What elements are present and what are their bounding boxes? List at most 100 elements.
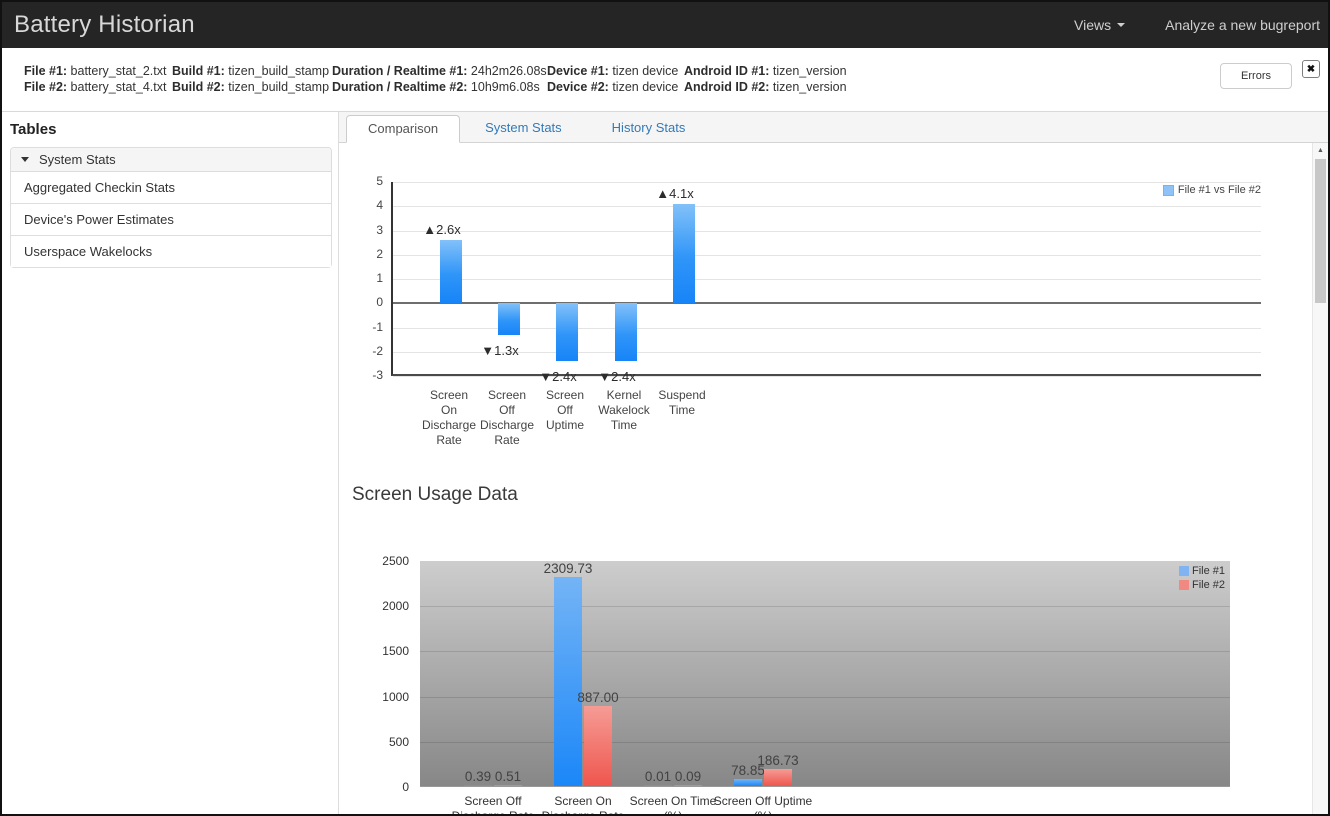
views-menu[interactable]: Views	[1074, 17, 1125, 33]
category-label-line: Rate	[467, 433, 547, 448]
chart-bar[interactable]	[498, 303, 520, 335]
info-column: Build #1: tizen_build_stampBuild #2: tiz…	[172, 63, 332, 95]
chart-bar[interactable]	[674, 785, 702, 786]
info-label: Device #2:	[547, 80, 609, 94]
close-icon[interactable]: ✖	[1302, 60, 1320, 78]
chart-bar[interactable]	[464, 785, 492, 786]
bar-annotation: ▼1.3x	[468, 343, 532, 358]
caret-down-icon	[1117, 23, 1125, 27]
info-label: Build #2:	[172, 80, 225, 94]
tables-heading: Tables	[10, 121, 332, 138]
info-row: Device #1: tizen device	[547, 63, 684, 79]
sidebar-item-userspace-wakelocks[interactable]: Userspace Wakelocks	[11, 235, 331, 267]
chart-bar[interactable]	[556, 303, 578, 361]
y-axis-tick-label: 2500	[369, 554, 409, 568]
gridline	[393, 279, 1261, 280]
analyze-new-bugreport-link[interactable]: Analyze a new bugreport	[1165, 17, 1320, 33]
category-label-line: (%)	[688, 809, 838, 814]
chart-bar[interactable]	[644, 785, 672, 786]
chart-legend: File #1 File #2	[1179, 565, 1225, 593]
chart-bar[interactable]	[440, 240, 462, 303]
y-axis-tick-label: -2	[349, 344, 383, 358]
info-column: Duration / Realtime #1: 24h2m26.08sDurat…	[332, 63, 547, 95]
gridline	[393, 206, 1261, 207]
accordion-item-list: Aggregated Checkin StatsDevice's Power E…	[11, 172, 331, 267]
gridline	[420, 742, 1230, 743]
vertical-scrollbar[interactable]: ▲	[1312, 143, 1328, 814]
y-axis-tick-label: 500	[369, 735, 409, 749]
battery-historian-app: Battery Historian Views Analyze a new bu…	[0, 0, 1330, 816]
y-axis-tick-label: 5	[349, 174, 383, 188]
bar-value-label: 887.00	[562, 690, 634, 705]
chart-bar[interactable]	[494, 785, 522, 786]
chart-bar[interactable]	[554, 577, 582, 786]
info-row: Duration / Realtime #2: 10h9m6.08s	[332, 79, 547, 95]
y-axis-tick-label: 3	[349, 223, 383, 237]
tab-history-stats[interactable]: History Stats	[587, 115, 711, 142]
top-navigation: Views Analyze a new bugreport	[1074, 17, 1320, 33]
gridline	[420, 606, 1230, 607]
info-row: File #2: battery_stat_4.txt	[24, 79, 172, 95]
info-row: Android ID #2: tizen_version	[684, 79, 847, 95]
bar-value-label: 0.09	[652, 769, 724, 784]
app-header: Battery Historian Views Analyze a new bu…	[2, 2, 1328, 48]
scroll-up-arrow-icon[interactable]: ▲	[1313, 143, 1328, 158]
sidebar-item-aggregated-checkin-stats[interactable]: Aggregated Checkin Stats	[11, 172, 331, 203]
y-axis-tick-label: 1500	[369, 644, 409, 658]
gridline	[393, 376, 1261, 377]
file-info-bar: File #1: battery_stat_2.txtFile #2: batt…	[2, 48, 1328, 112]
category-label-line: Time	[642, 403, 722, 418]
gridline	[420, 697, 1230, 698]
screen-usage-chart-plot: 0.392309.730.0178.850.51887.000.09186.73…	[420, 561, 1230, 787]
chart-bar[interactable]	[615, 303, 637, 361]
errors-button[interactable]: Errors	[1220, 63, 1292, 89]
y-axis-tick-label: -3	[349, 368, 383, 382]
chart-bar[interactable]	[764, 769, 792, 786]
bar-value-label: 2309.73	[532, 561, 604, 576]
scrollbar-thumb[interactable]	[1315, 159, 1326, 303]
chart-bar[interactable]	[584, 706, 612, 786]
gridline	[420, 651, 1230, 652]
info-row: File #1: battery_stat_2.txt	[24, 63, 172, 79]
main-body: Tables System Stats Aggregated Checkin S…	[2, 112, 1328, 814]
info-label: Device #1:	[547, 64, 609, 78]
info-row: Build #2: tizen_build_stamp	[172, 79, 332, 95]
info-row: Android ID #1: tizen_version	[684, 63, 847, 79]
y-axis-tick-label: 2	[349, 247, 383, 261]
info-label: Duration / Realtime #1:	[332, 64, 467, 78]
legend-swatch-icon	[1179, 566, 1189, 576]
chart-bar[interactable]	[734, 779, 762, 786]
category-label-line: Screen Off Uptime	[688, 794, 838, 809]
views-menu-label: Views	[1074, 17, 1111, 33]
info-row: Build #1: tizen_build_stamp	[172, 63, 332, 79]
bar-annotation: ▲2.6x	[410, 222, 474, 237]
file-info-columns: File #1: battery_stat_2.txtFile #2: batt…	[2, 48, 1328, 95]
bar-annotation: ▼2.4x	[585, 369, 649, 384]
legend-label: File #1 vs File #2	[1178, 184, 1261, 196]
accordion-header-label: System Stats	[39, 152, 116, 167]
tab-comparison[interactable]: Comparison	[346, 115, 460, 143]
sidebar-item-device-s-power-estimates[interactable]: Device's Power Estimates	[11, 203, 331, 235]
legend-swatch-icon	[1163, 185, 1174, 196]
info-label: File #1:	[24, 64, 67, 78]
info-column: Android ID #1: tizen_versionAndroid ID #…	[684, 63, 847, 95]
y-axis-tick-label: 0	[349, 295, 383, 309]
app-title: Battery Historian	[14, 11, 195, 39]
info-label: Android ID #1:	[684, 64, 769, 78]
y-axis-tick-label: -1	[349, 320, 383, 334]
tab-bar: ComparisonSystem StatsHistory Stats	[339, 112, 1328, 143]
chart-bar[interactable]	[673, 204, 695, 303]
info-label: Duration / Realtime #2:	[332, 80, 467, 94]
bar-annotation: ▲4.1x	[643, 186, 707, 201]
tab-system-stats[interactable]: System Stats	[460, 115, 587, 142]
y-axis-tick-label: 1000	[369, 690, 409, 704]
y-axis-tick-label: 0	[369, 780, 409, 794]
info-label: Build #1:	[172, 64, 225, 78]
category-label-line: Suspend	[642, 388, 722, 403]
legend-label: File #1	[1192, 565, 1225, 577]
legend-entry: File #2	[1179, 579, 1225, 591]
category-label-line: Time	[584, 418, 664, 433]
accordion-header-system-stats[interactable]: System Stats	[11, 148, 331, 172]
gridline	[393, 231, 1261, 232]
gridline	[393, 328, 1261, 329]
